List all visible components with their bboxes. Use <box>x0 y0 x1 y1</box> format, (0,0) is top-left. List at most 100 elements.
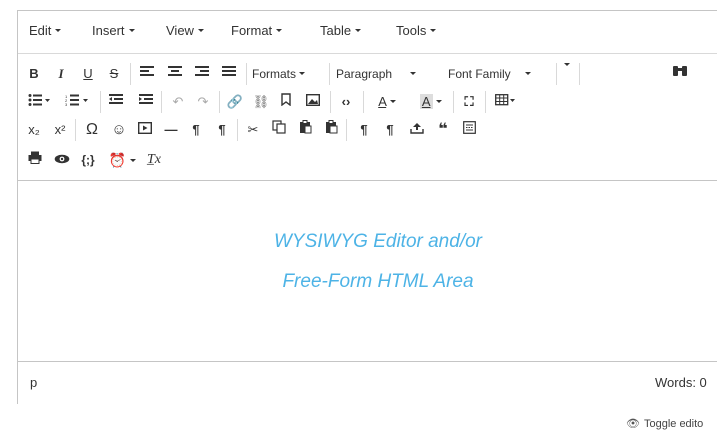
copy-button[interactable] <box>268 120 290 140</box>
menu-table-label: Table <box>320 23 352 38</box>
italic-button[interactable]: I <box>51 64 71 84</box>
toolbar-divider <box>75 119 76 141</box>
align-left-button[interactable] <box>137 64 157 84</box>
visual-chars-button[interactable]: ¶ <box>379 120 401 140</box>
media-icon <box>137 121 153 135</box>
subscript-button[interactable]: x₂ <box>23 120 45 140</box>
insert-image-button[interactable] <box>303 92 323 112</box>
toggle-editor-label: Toggle edito <box>643 418 704 430</box>
font-family-dropdown[interactable]: Font Family <box>448 64 531 84</box>
insert-media-button[interactable] <box>134 120 156 140</box>
paragraph-dropdown[interactable]: Paragraph <box>336 64 417 84</box>
rtl-icon: ¶ <box>218 122 226 137</box>
chevron-down-icon <box>410 72 417 75</box>
rtl-button[interactable]: ¶ <box>211 120 233 140</box>
find-replace-button[interactable] <box>669 64 691 84</box>
toolbar-divider <box>219 91 220 113</box>
table-button[interactable] <box>491 92 521 112</box>
editor-content-area[interactable]: WYSIWYG Editor and/or Free-Form HTML Are… <box>18 181 717 361</box>
horizontal-rule-icon: — <box>164 122 178 137</box>
horizontal-rule-button[interactable]: — <box>160 120 182 140</box>
pilcrow-icon: ¶ <box>386 122 394 137</box>
align-right-button[interactable] <box>192 64 212 84</box>
chevron-down-icon <box>197 29 204 32</box>
bullet-list-button[interactable] <box>24 92 54 112</box>
bold-button[interactable]: B <box>24 64 44 84</box>
align-justify-button[interactable] <box>219 64 239 84</box>
menu-tools[interactable]: Tools <box>396 23 437 38</box>
copy-icon <box>272 120 286 134</box>
insert-link-button[interactable]: 🔗 <box>225 92 245 112</box>
word-count: Words: 0 <box>655 375 707 390</box>
toolbar-divider <box>161 91 162 113</box>
outdent-button[interactable] <box>106 92 126 112</box>
bookmark-icon <box>281 93 291 107</box>
chevron-down-icon <box>564 63 570 66</box>
menu-edit[interactable]: Edit <box>29 23 62 38</box>
preview-button[interactable] <box>51 150 73 170</box>
paste-button[interactable] <box>294 120 316 140</box>
blockquote-button[interactable]: ❝ <box>432 120 454 140</box>
menu-view[interactable]: View <box>166 23 204 38</box>
paragraph-label: Paragraph <box>336 67 393 81</box>
chevron-down-icon <box>436 100 443 103</box>
background-color-button[interactable]: A <box>413 92 449 112</box>
element-path[interactable]: p <box>30 375 37 390</box>
text-color-button[interactable]: A <box>369 92 405 112</box>
chevron-down-icon <box>55 29 62 32</box>
font-size-dropdown[interactable] <box>560 56 574 76</box>
underline-button[interactable]: U <box>78 64 98 84</box>
statusbar: p Words: 0 <box>18 361 717 404</box>
eye-icon: 👁 <box>626 418 640 430</box>
binoculars-icon <box>673 66 687 76</box>
alarm-clock-icon: ⏰ <box>108 152 126 168</box>
clear-formatting-button[interactable]: T̲x <box>143 150 165 170</box>
show-blocks-button[interactable]: ¶ <box>353 120 375 140</box>
code-sample-button[interactable]: {;} <box>76 150 100 170</box>
special-char-button[interactable]: Ω <box>81 120 103 140</box>
chevron-down-icon <box>299 72 306 75</box>
redo-button[interactable]: ↷ <box>193 92 213 112</box>
chevron-down-icon <box>430 29 437 32</box>
cut-button[interactable]: ✂ <box>242 120 264 140</box>
pilcrow-icon: ¶ <box>360 122 368 137</box>
insert-datetime-button[interactable]: ⏰ <box>106 150 138 170</box>
formats-dropdown[interactable]: Formats <box>252 64 306 84</box>
ltr-icon: ¶ <box>192 122 200 137</box>
upload-icon <box>410 123 424 134</box>
chevron-down-icon <box>355 29 362 32</box>
indent-button[interactable] <box>136 92 156 112</box>
toggle-editor-link[interactable]: 👁 Toggle edito <box>626 417 703 430</box>
toolbar-divider <box>453 91 454 113</box>
bookmark-button[interactable] <box>276 92 296 112</box>
print-button[interactable] <box>24 150 46 170</box>
code-icon: ‹› <box>341 94 351 109</box>
source-code-button[interactable]: ‹› <box>335 92 357 112</box>
align-center-icon <box>168 66 182 76</box>
undo-button[interactable]: ↶ <box>168 92 188 112</box>
unlink-button[interactable]: ⛓ <box>251 92 271 112</box>
emoticons-button[interactable]: ☺ <box>108 120 130 140</box>
template-button[interactable] <box>406 120 428 140</box>
menu-insert-label: Insert <box>92 23 125 38</box>
svg-text:3: 3 <box>65 102 68 106</box>
paste-text-button[interactable] <box>320 120 342 140</box>
menu-insert[interactable]: Insert <box>92 23 135 38</box>
menu-format[interactable]: Format <box>231 23 283 38</box>
toolbar-divider <box>330 91 331 113</box>
superscript-button[interactable]: x² <box>49 120 71 140</box>
fullscreen-button[interactable]: ⛶ <box>459 92 479 112</box>
chevron-down-icon <box>276 29 283 32</box>
smiley-icon: ☺ <box>111 121 127 138</box>
font-family-label: Font Family <box>448 67 511 81</box>
link-icon: 🔗 <box>226 94 244 109</box>
ltr-button[interactable]: ¶ <box>185 120 207 140</box>
numbered-list-button[interactable]: 123 <box>62 92 92 112</box>
align-center-button[interactable] <box>165 64 185 84</box>
page-break-button[interactable] <box>458 120 480 140</box>
strikethrough-button[interactable]: S <box>104 64 124 84</box>
toolbar-divider <box>485 91 486 113</box>
scissors-icon: ✂ <box>247 122 259 137</box>
menu-table[interactable]: Table <box>320 23 362 38</box>
menu-format-label: Format <box>231 23 273 38</box>
